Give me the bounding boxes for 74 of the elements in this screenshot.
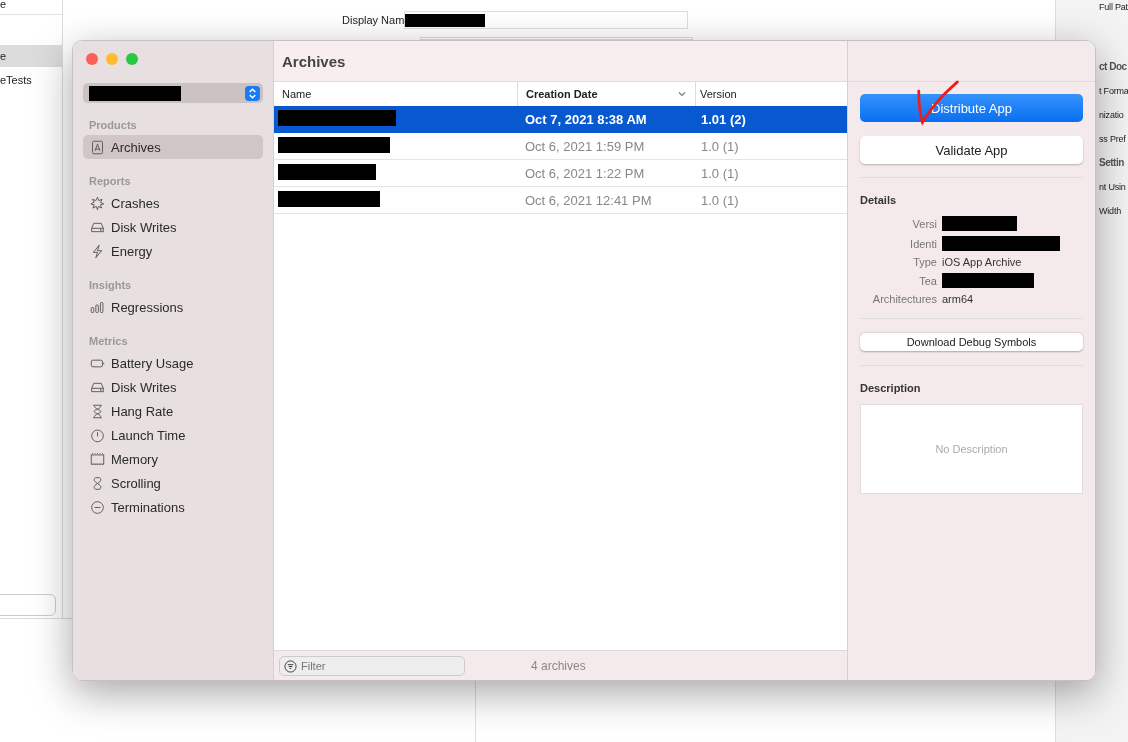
sidebar-item[interactable]: Disk Writes [83, 375, 263, 399]
download-debug-symbols-button[interactable]: Download Debug Symbols [860, 333, 1083, 351]
sidebar-item[interactable]: e [0, 0, 62, 15]
inspector-text: nizatio [1099, 109, 1125, 122]
clock-icon [90, 427, 105, 443]
detail-label: Versi [911, 217, 937, 230]
close-button[interactable] [86, 53, 98, 65]
inspector-text: t Forma [1099, 85, 1128, 98]
sidebar-item[interactable]: Scrolling [83, 471, 263, 495]
detail-label: Type [912, 256, 937, 268]
table-row[interactable]: Oct 7, 2021 8:38 AM 1.01 (2) [274, 106, 847, 133]
sidebar-item[interactable]: eTests [0, 69, 62, 91]
sidebar-item[interactable]: Memory [83, 447, 263, 471]
window-title: Archives [282, 52, 346, 70]
section-header: Metrics [88, 334, 129, 349]
bars-icon [90, 299, 105, 315]
inspector-text: Width [1099, 205, 1122, 218]
filter-icon [284, 659, 297, 673]
filter-field[interactable]: Filter [279, 655, 465, 676]
distribute-app-button[interactable]: Distribute App [860, 94, 1083, 122]
table-cell-text: 1.0 (1) [700, 192, 740, 208]
detail-value: arm64 [942, 293, 975, 305]
section-header: Insights [88, 278, 133, 293]
archive-count: 4 archives [531, 658, 586, 673]
inspector-text: Settin [1099, 156, 1125, 170]
sidebar-item[interactable]: Disk Writes [83, 215, 263, 239]
sidebar-item[interactable]: Energy [83, 239, 263, 263]
table-cell-text: 1.01 (2) [700, 111, 747, 127]
table-cell-text: 1.0 (1) [700, 165, 740, 181]
section-header: Reports [88, 174, 132, 189]
crash-icon [90, 195, 105, 211]
minus-icon [90, 499, 105, 515]
section-title: Description [860, 382, 922, 394]
archive-icon [90, 139, 105, 155]
table-cell-text: Oct 6, 2021 1:22 PM [524, 165, 646, 181]
bolt-icon [90, 243, 105, 259]
inspector-text: Full Pat [1099, 1, 1128, 14]
column-header[interactable]: Name [274, 82, 517, 106]
scheme-popup[interactable] [83, 83, 263, 103]
detail-label: Tea [918, 274, 937, 287]
search-field[interactable] [0, 594, 56, 616]
field-label: Display Nam [342, 14, 405, 26]
inspector-text: nt Usin [1099, 181, 1127, 194]
table-cell-text: Oct 6, 2021 1:59 PM [524, 138, 646, 154]
table-cell-text: Oct 7, 2021 8:38 AM [524, 111, 648, 127]
sidebar-item[interactable]: Launch Time [83, 423, 263, 447]
detail-label: Architectures [871, 293, 937, 305]
hourglass-icon [90, 403, 105, 419]
table-cell-text: 1.0 (1) [700, 138, 740, 154]
minimize-button[interactable] [106, 53, 118, 65]
sidebar-item[interactable]: Battery Usage [83, 351, 263, 375]
table-row[interactable]: Oct 6, 2021 1:59 PM 1.0 (1) [274, 133, 847, 160]
sidebar-item[interactable]: Hang Rate [83, 399, 263, 423]
sidebar-item[interactable]: Crashes [83, 191, 263, 215]
detail-label: Identi [909, 237, 937, 250]
inspector-text: ct Doc [1099, 60, 1128, 74]
text-field[interactable] [404, 11, 689, 29]
detail-value: iOS App Archive [942, 256, 1023, 268]
chevron-down-icon [677, 89, 687, 99]
sidebar-item[interactable]: Terminations [83, 495, 263, 519]
description-field[interactable]: No Description [860, 404, 1083, 494]
section-header: Products [88, 118, 138, 133]
sidebar-item[interactable]: e [0, 45, 62, 67]
text-field[interactable] [420, 37, 693, 40]
section-title: Details [860, 194, 898, 206]
sidebar-item[interactable]: Archives [83, 135, 263, 159]
inspector-text: ss Pref [1099, 133, 1127, 146]
sidebar-item[interactable]: Regressions [83, 295, 263, 319]
table-cell-text: Oct 6, 2021 12:41 PM [524, 192, 653, 208]
table-row[interactable]: Oct 6, 2021 1:22 PM 1.0 (1) [274, 160, 847, 187]
validate-app-button[interactable]: Validate App [860, 136, 1083, 164]
table-row[interactable]: Oct 6, 2021 12:41 PM 1.0 (1) [274, 187, 847, 214]
stepper-icon [245, 85, 260, 101]
zoom-button[interactable] [126, 53, 138, 65]
